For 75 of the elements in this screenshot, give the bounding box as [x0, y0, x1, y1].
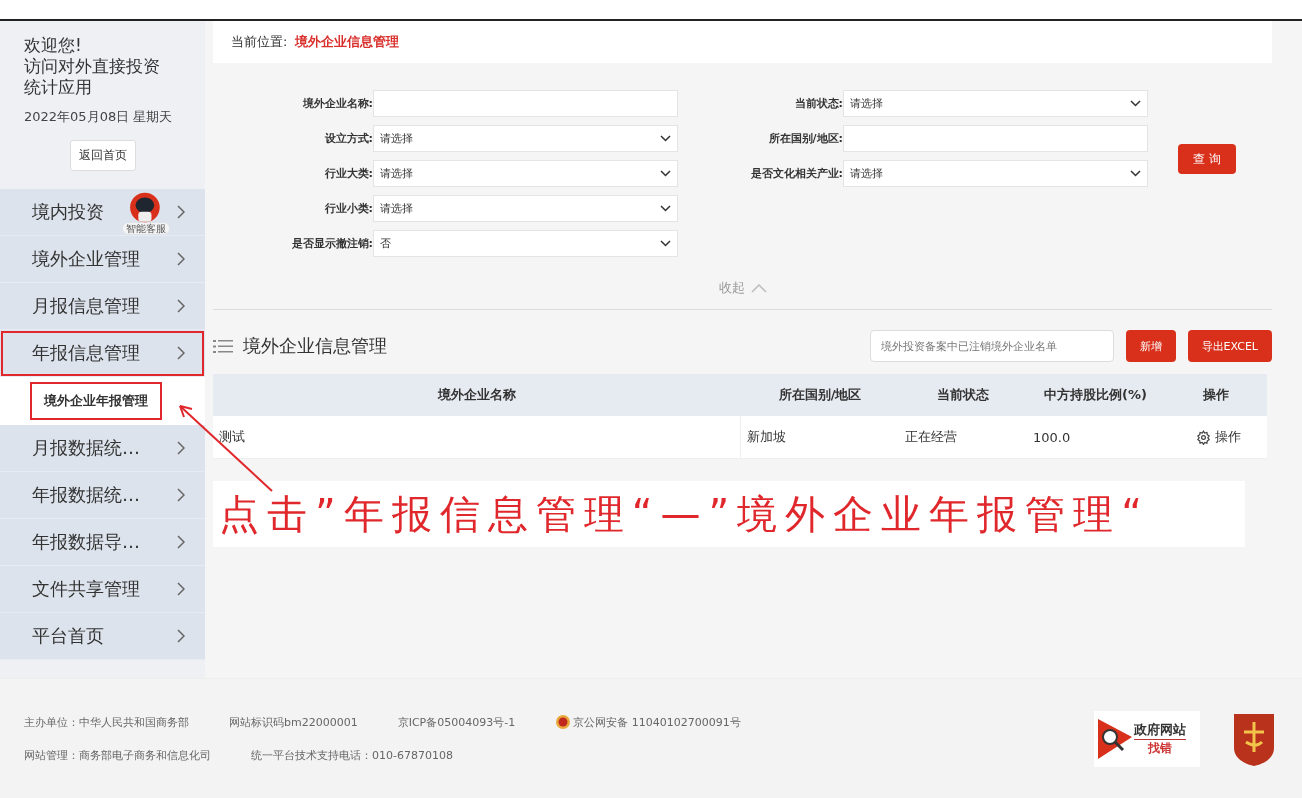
footer-text: 主办单位：中华人民共和国商务部 [24, 714, 189, 730]
chevron-right-icon [177, 582, 185, 596]
query-button[interactable]: 查 询 [1178, 144, 1236, 174]
assistant-label: 智能客服 [123, 222, 169, 234]
date-text: 2022年05月08日 星期天 [24, 108, 174, 126]
chevron-up-icon [750, 283, 767, 293]
select-field[interactable]: 请选择 [373, 125, 678, 152]
app-name: 访问对外直接投资统计应用 [24, 56, 161, 98]
column-header: 操作 [1164, 374, 1267, 416]
table-cell: 100.0 [1027, 416, 1164, 459]
footer-text: 京公网安备 11040102700091号 [555, 714, 741, 730]
column-header: 当前状态 [899, 374, 1027, 416]
column-header: 境外企业名称 [213, 374, 741, 416]
footer-text: 统一平台技术支持电话：010-67870108 [251, 748, 453, 763]
caret-icon [660, 170, 671, 177]
sidebar-subitem[interactable]: 境外企业年报管理 [30, 382, 162, 420]
chevron-right-icon [177, 535, 185, 549]
chevron-right-icon [177, 299, 185, 313]
table-cell: 正在经营 [899, 416, 1027, 459]
sidebar-item[interactable]: 月报数据统… [0, 425, 205, 472]
chevron-right-icon [177, 629, 185, 643]
input-field[interactable] [373, 90, 678, 117]
add-button[interactable]: 新增 [1125, 330, 1176, 362]
sidebar-item[interactable]: 境外企业管理 [0, 236, 205, 283]
caret-icon [660, 240, 671, 247]
field-label: 行业大类: [323, 166, 373, 181]
magnifier-icon [1098, 718, 1132, 759]
caret-icon [1130, 170, 1141, 177]
section-title: 境外企业信息管理 [243, 334, 388, 358]
sidebar-item[interactable]: 月报信息管理 [0, 283, 205, 330]
footer-text: 京ICP备05004093号-1 [397, 714, 516, 730]
chevron-right-icon [177, 441, 185, 455]
chevron-right-icon [177, 488, 185, 502]
select-field[interactable]: 请选择 [373, 195, 678, 222]
caret-icon [1130, 100, 1141, 107]
search-field[interactable]: 境外投资备案中已注销境外企业名单 [869, 330, 1114, 362]
caret-icon [660, 205, 671, 212]
settings-icon [1196, 429, 1211, 445]
chevron-right-icon [177, 205, 185, 219]
select-field[interactable]: 否 [373, 230, 678, 257]
column-header: 中方持股比例(%) [1027, 374, 1164, 416]
select-field[interactable]: 请选择 [373, 160, 678, 187]
table-cell: 新加坡 [741, 416, 899, 459]
field-label: 所在国别/地区: [767, 131, 843, 146]
table-cell: 测试 [213, 416, 741, 459]
sidebar-item[interactable]: 文件共享管理 [0, 566, 205, 613]
breadcrumb-label: 当前位置: [231, 33, 288, 51]
chevron-right-icon [177, 252, 185, 266]
chevron-right-icon [177, 346, 185, 360]
breadcrumb-current: 境外企业信息管理 [295, 33, 400, 51]
sidebar-item[interactable]: 年报数据导… [0, 519, 205, 566]
select-field[interactable]: 请选择 [843, 90, 1148, 117]
home-button[interactable]: 返回首页 [69, 140, 136, 171]
sidebar-item[interactable]: 年报数据统… [0, 472, 205, 519]
error-report-logo[interactable]: 政府网站 找错 [1094, 710, 1200, 767]
field-label: 境外企业名称: [301, 96, 373, 111]
sidebar-item[interactable]: 平台首页 [0, 613, 205, 660]
select-field[interactable]: 请选择 [843, 160, 1148, 187]
export-button[interactable]: 导出EXCEL [1187, 330, 1272, 362]
input-field[interactable] [843, 125, 1148, 152]
list-icon [213, 338, 233, 354]
footer-text: 网站标识码bm22000001 [229, 714, 358, 730]
field-label: 是否文化相关产业: [749, 166, 843, 181]
welcome-text: 欢迎您! [24, 35, 83, 56]
field-label: 当前状态: [793, 96, 843, 111]
column-header: 所在国别/地区 [741, 374, 899, 416]
sidebar-item[interactable]: 年报信息管理 [0, 330, 205, 377]
caret-icon [660, 135, 671, 142]
sidebar-item[interactable]: 境内投资 智能客服 [0, 189, 205, 236]
robot-icon[interactable] [129, 190, 163, 225]
field-label: 设立方式: [323, 131, 373, 146]
annotation-caption: 点击”年报信息管理“—”境外企业年报管理“ [219, 489, 1150, 539]
field-label: 是否显示撤注销: [290, 236, 373, 251]
footer-text: 网站管理：商务部电子商务和信息化司 [24, 748, 211, 763]
field-label: 行业小类: [323, 201, 373, 216]
